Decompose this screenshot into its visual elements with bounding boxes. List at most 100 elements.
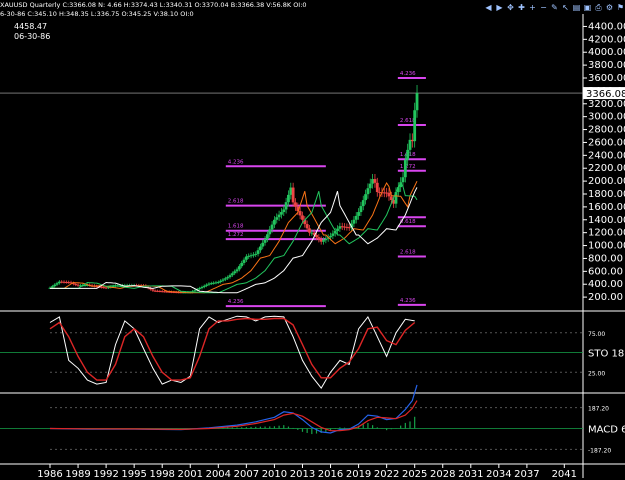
candle-body [240,262,244,267]
candle-body [270,224,274,230]
macd-level-label: -187.20 [588,447,611,454]
y-tick-label: 4400.00 [588,21,625,32]
candle-body [298,211,302,216]
candle-body [336,228,339,232]
candle-body [219,280,223,282]
candle-body [242,259,246,263]
candle-body [221,279,225,281]
x-tick-label: 2034 [486,469,511,480]
x-tick-label: 2013 [290,469,315,480]
y-tick-label: 2800.00 [588,125,625,136]
stochastic-label: STO 18 [588,349,624,360]
candle-body [359,206,363,213]
fib-level-label: 4.236 [400,71,416,77]
macd-level-label: 187.20 [588,406,609,413]
fib-level-label: 2.618 [400,250,416,256]
candle-body [354,215,358,220]
candle-body [329,235,332,238]
candle-body [287,194,290,203]
candle-body [366,188,370,195]
candle-body [258,246,262,251]
candle-body [193,290,197,292]
chart-window: XAUUSD Quarterly C:3366.08 N: 4.66 H:337… [0,0,625,480]
candle-body [294,202,297,207]
candle-body [244,256,248,260]
candle-body [216,281,220,283]
x-tick-label: 2022 [374,469,399,480]
x-tick-label: 1992 [93,469,118,480]
candle-body [268,229,272,235]
y-tick-label: 3600.00 [588,73,625,84]
y-tick-label: 4000.00 [588,47,625,58]
candle-body [235,269,239,272]
x-tick-label: 1989 [65,469,90,480]
candle-body [301,215,304,220]
candle-body [375,182,379,193]
candle-body [389,196,393,201]
y-tick-label: 3200.00 [588,99,625,110]
candle-body [55,283,59,285]
candle-body [317,237,321,240]
fib-level-label: 4.236 [400,298,416,304]
y-tick-label: 800.00 [588,253,623,264]
last-price-label: 3366.08 [586,89,625,100]
x-tick-label: 1986 [37,469,62,480]
candle-body [280,212,283,215]
y-tick-label: 400.00 [588,279,623,290]
fib-level-label: 4.236 [228,299,244,305]
x-tick-label: 2001 [178,469,203,480]
y-tick-label: 2200.00 [588,163,625,174]
x-tick-label: 1998 [149,469,174,480]
candle-body [315,234,318,238]
candle-body [263,239,267,243]
candle-body [256,250,260,254]
candle-body [198,288,202,290]
candle-body [53,284,57,287]
candle-body [284,202,288,210]
candle-body [254,253,258,255]
candle-body [282,209,286,213]
candle-body [331,233,335,236]
stochastic-level-label: 25.00 [588,370,605,377]
candle-body [361,200,365,207]
y-tick-label: 600.00 [588,266,623,277]
candle-body [275,217,279,220]
y-tick-label: 2400.00 [588,150,625,161]
candle-body [373,179,377,183]
y-tick-label: 2600.00 [588,137,625,148]
candle-body [233,271,237,274]
y-tick-label: 3800.00 [588,60,625,71]
price-chart[interactable]: 200.00 400.00 600.00 800.001000.00 1200.00 14… [0,0,625,480]
candle-body [308,228,311,233]
x-tick-label: 2031 [458,469,483,480]
candle-body [261,242,265,247]
candle-body [205,284,209,286]
x-tick-label: 2041 [552,469,577,480]
candle-body [322,240,325,242]
stochastic-level-label: 75.00 [588,331,605,338]
x-tick-label: 1995 [121,469,146,480]
fib-level-label: 1.618 [228,224,244,230]
y-tick-label: 1600.00 [588,202,625,213]
candle-body [408,139,412,150]
y-tick-label: 1400.00 [588,215,625,226]
candle-body [352,219,356,224]
candle-body [266,234,269,240]
fib-level-label: 1.272 [228,232,244,238]
candle-body [368,183,372,189]
y-tick-label: 2000.00 [588,176,625,187]
x-tick-label: 2016 [318,469,343,480]
candle-body [200,286,204,289]
x-tick-label: 2010 [262,469,287,480]
y-tick-label: 4200.00 [588,34,625,45]
x-tick-label: 2004 [206,469,231,480]
candle-body [151,289,155,291]
macd-signal-line [49,400,418,432]
candle-body [415,93,419,111]
x-tick-label: 2025 [402,469,427,480]
candle-body [387,192,391,197]
candle-body [357,212,360,216]
candle-body [324,238,328,241]
y-tick-label: 1800.00 [588,189,625,200]
fib-level-label: 2.618 [228,199,244,205]
